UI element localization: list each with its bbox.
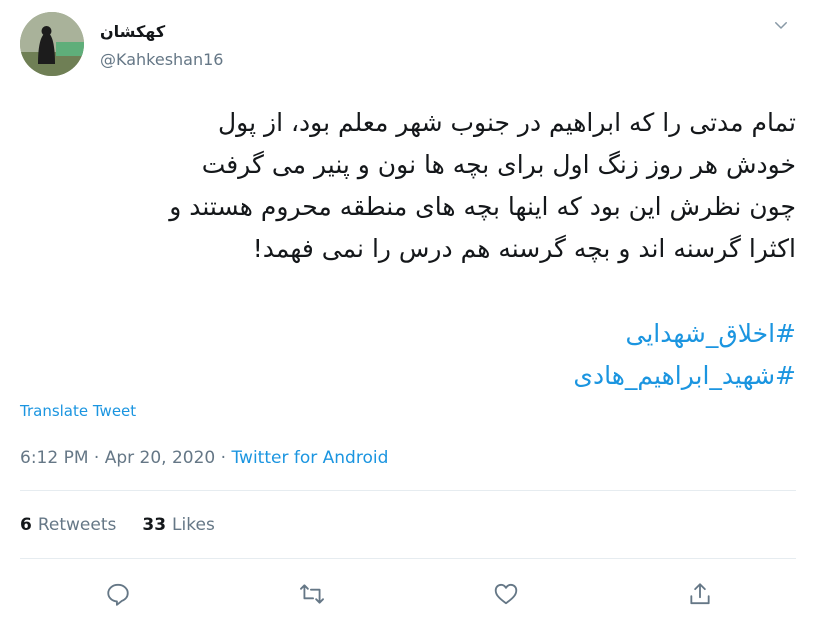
- tweet-stats: 6 Retweets 33 Likes: [20, 515, 215, 535]
- reply-icon: [107, 583, 129, 606]
- more-options-button[interactable]: [770, 14, 792, 36]
- retweet-icon: [300, 584, 324, 604]
- tweet-actions: [0, 574, 816, 614]
- display-name[interactable]: کهکشان: [100, 22, 165, 41]
- divider: [20, 490, 796, 491]
- share-button[interactable]: [680, 574, 720, 614]
- tweet-text: تمام مدتی را که ابراهیم در جنوب شهر معلم…: [169, 108, 796, 263]
- likes-label: Likes: [172, 515, 215, 535]
- retweet-button[interactable]: [292, 574, 332, 614]
- likes-stat[interactable]: 33 Likes: [142, 515, 214, 535]
- hashtag-link[interactable]: #شهید_ابراهیم_هادی: [20, 355, 796, 397]
- tweet-source-link[interactable]: Twitter for Android: [231, 448, 388, 468]
- translate-tweet-link[interactable]: Translate Tweet: [20, 402, 136, 420]
- tweet-time[interactable]: 6:12 PM: [20, 448, 89, 468]
- meta-separator: ·: [93, 448, 100, 468]
- tweet-date[interactable]: Apr 20, 2020: [105, 448, 216, 468]
- divider: [20, 558, 796, 559]
- retweets-count: 6: [20, 515, 32, 535]
- user-handle[interactable]: @Kahkeshan16: [100, 50, 223, 69]
- tweet-metadata: 6:12 PM · Apr 20, 2020 · Twitter for And…: [20, 448, 388, 468]
- avatar[interactable]: [20, 12, 84, 76]
- share-icon: [690, 583, 710, 605]
- retweets-label: Retweets: [37, 515, 117, 535]
- hashtag-list: #اخلاق_شهدایی #شهید_ابراهیم_هادی: [20, 313, 796, 397]
- likes-count: 33: [142, 515, 167, 535]
- reply-button[interactable]: [98, 574, 138, 614]
- retweets-stat[interactable]: 6 Retweets: [20, 515, 116, 535]
- avatar-image: [20, 12, 84, 76]
- heart-icon: [494, 583, 518, 605]
- hashtag-link[interactable]: #اخلاق_شهدایی: [20, 313, 797, 355]
- like-button[interactable]: [486, 574, 526, 614]
- meta-separator: ·: [220, 448, 227, 468]
- chevron-down-icon: [775, 22, 787, 29]
